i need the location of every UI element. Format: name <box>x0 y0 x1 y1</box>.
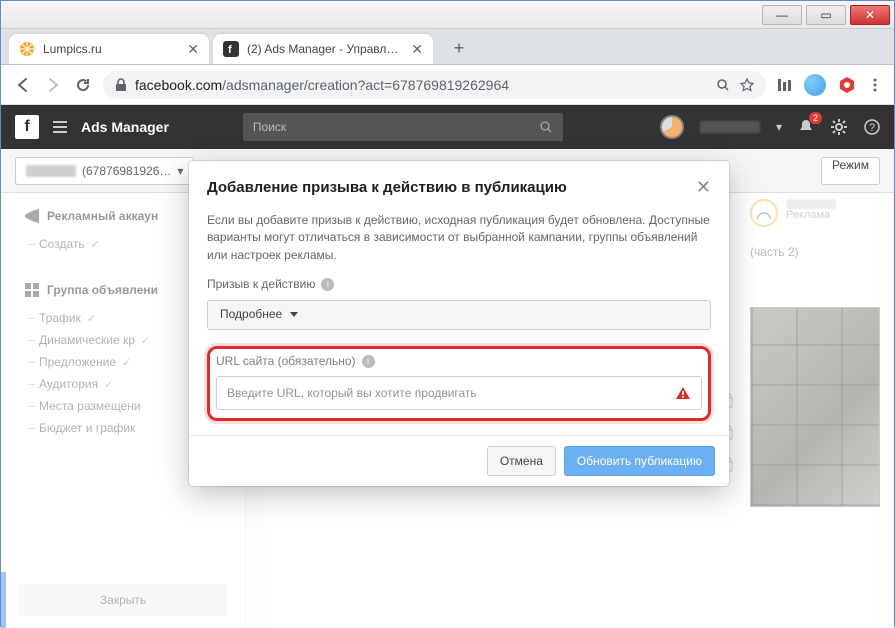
cta-dropdown[interactable]: Подробнее <box>207 300 711 330</box>
account-name-redacted <box>700 121 760 133</box>
help-icon[interactable]: ? <box>864 119 880 135</box>
info-icon[interactable]: i <box>321 278 334 291</box>
search-icon[interactable] <box>716 78 730 92</box>
cta-modal: Добавление призыва к действию в публикац… <box>189 161 729 486</box>
account-id: (67876981926… <box>82 164 171 178</box>
back-button[interactable] <box>13 75 33 95</box>
cancel-button[interactable]: Отмена <box>487 446 556 476</box>
url-field-label: URL сайта (обязательно) i <box>216 353 702 370</box>
forward-button[interactable] <box>43 75 63 95</box>
mode-button[interactable]: Режим <box>821 157 880 185</box>
music-icon[interactable] <box>776 77 792 93</box>
close-icon[interactable]: ✕ <box>187 41 199 58</box>
menu-icon[interactable] <box>53 121 67 133</box>
facebook-logo-icon[interactable]: f <box>15 115 39 139</box>
search-placeholder: Поиск <box>253 120 286 134</box>
tab-adsmanager[interactable]: f (2) Ads Manager - Управление р ✕ <box>213 34 433 64</box>
chevron-down-icon[interactable]: ▾ <box>776 120 782 134</box>
window-close-button[interactable]: ✕ <box>850 5 890 25</box>
reload-button[interactable] <box>73 75 93 95</box>
close-icon[interactable]: ✕ <box>696 177 711 198</box>
svg-text:?: ? <box>869 122 875 134</box>
tab-lumpics[interactable]: Lumpics.ru ✕ <box>9 34 209 64</box>
account-name-redacted <box>26 165 76 177</box>
new-tab-button[interactable]: + <box>445 34 473 62</box>
menu-icon[interactable] <box>868 78 882 92</box>
star-icon[interactable] <box>740 78 754 92</box>
omnibox[interactable]: facebook.com/adsmanager/creation?act=678… <box>103 71 766 99</box>
search-icon[interactable] <box>540 121 553 134</box>
cta-value: Подробнее <box>220 306 282 323</box>
app-header: f Ads Manager Поиск ▾ 2 ? <box>1 105 894 149</box>
tab-title: Lumpics.ru <box>43 42 179 56</box>
tab-title: (2) Ads Manager - Управление р <box>247 42 403 56</box>
notifications-button[interactable]: 2 <box>798 118 814 136</box>
cta-field-label: Призыв к действию i <box>207 276 711 293</box>
gauge-icon[interactable] <box>660 115 684 139</box>
url-input-wrapper <box>216 376 702 410</box>
facebook-icon: f <box>223 41 239 57</box>
notif-badge: 2 <box>809 112 822 124</box>
account-selector[interactable]: (67876981926… ▾ <box>15 157 194 185</box>
window-min-button[interactable]: — <box>762 5 802 25</box>
submit-button[interactable]: Обновить публикацию <box>564 446 715 476</box>
info-icon[interactable]: i <box>362 355 375 368</box>
address-bar: facebook.com/adsmanager/creation?act=678… <box>1 65 894 105</box>
close-icon[interactable]: ✕ <box>411 41 423 58</box>
modal-description: Если вы добавите призыв к действию, исхо… <box>207 212 711 264</box>
adblock-icon[interactable] <box>838 76 856 94</box>
app-title: Ads Manager <box>81 119 169 135</box>
window-titlebar: — ▭ ✕ <box>1 1 894 29</box>
browser-tabs: Lumpics.ru ✕ f (2) Ads Manager - Управле… <box>1 29 894 65</box>
orange-slice-icon <box>19 41 35 57</box>
url-input[interactable] <box>227 386 675 400</box>
warning-icon <box>675 385 691 401</box>
url-text: facebook.com/adsmanager/creation?act=678… <box>135 77 509 93</box>
modal-title: Добавление призыва к действию в публикац… <box>207 179 567 196</box>
svg-text:f: f <box>228 44 232 56</box>
profile-avatar[interactable] <box>804 74 826 96</box>
url-field-highlight: URL сайта (обязательно) i <box>207 346 711 421</box>
chevron-down-icon: ▾ <box>177 164 183 178</box>
header-search[interactable]: Поиск <box>243 113 563 141</box>
window-max-button[interactable]: ▭ <box>806 5 846 25</box>
gear-icon[interactable] <box>830 118 848 136</box>
caret-down-icon <box>290 312 298 317</box>
lock-icon <box>115 78 127 92</box>
